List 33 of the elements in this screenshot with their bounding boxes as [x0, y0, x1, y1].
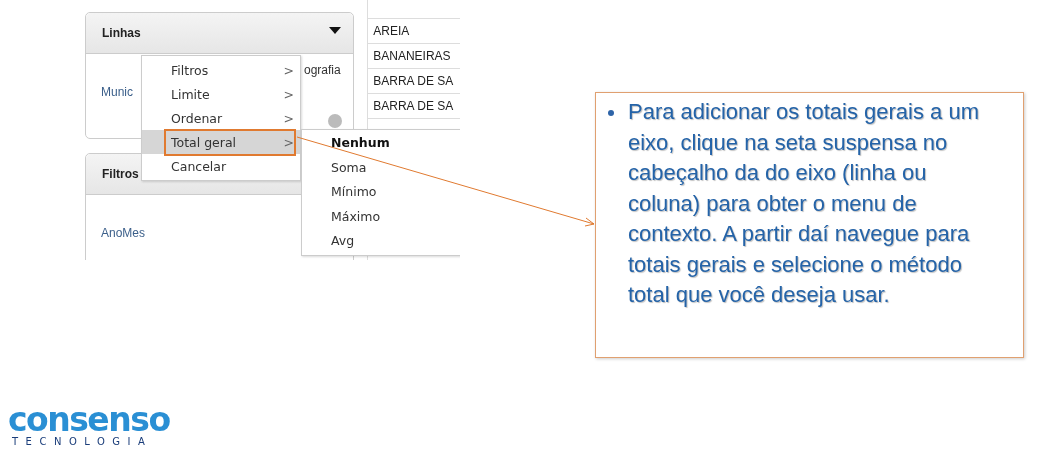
field-label: ografia	[304, 63, 341, 77]
dropdown-caret-icon[interactable]	[329, 26, 342, 34]
table-cell: AREIA	[368, 19, 460, 44]
panel-title: Linhas	[102, 26, 141, 40]
logo-wordmark: consenso	[8, 403, 170, 436]
menu-item-label: Ordenar	[171, 110, 223, 126]
menu-item[interactable]: Filtros >	[142, 58, 300, 82]
callout-text: Para adicionar os totais gerais a um eixo, clique na seta suspensa no cabeçalho da do eixo (linha ou coluna) para obter o menu de contexto. A partir daí navegue para totais gerais e selecione o método total que você deseja usar.	[628, 98, 980, 309]
menu-item[interactable]: Limite >	[142, 82, 300, 106]
menu-item-label: Limite	[171, 86, 210, 102]
table-cell: BARRA DE SA	[368, 69, 460, 94]
menu-item[interactable]: Cancelar	[142, 154, 300, 178]
menu-item-label: Total geral	[171, 134, 237, 150]
table-cell: BANANEIRAS	[368, 44, 460, 69]
menu-item[interactable]: Total geral >	[142, 130, 300, 154]
submenu-arrow: >	[283, 86, 294, 102]
submenu-arrow: >	[283, 62, 294, 78]
field-label[interactable]: AnoMes	[101, 226, 146, 240]
menu-item[interactable]: Soma	[302, 155, 460, 180]
menu-item[interactable]: Nenhum	[302, 131, 460, 156]
logo-tagline: TECNOLOGIA	[12, 436, 153, 447]
submenu-arrow: >	[283, 134, 294, 150]
menu-item-label: Cancelar	[171, 158, 227, 174]
panel-title: Filtros	[102, 167, 139, 181]
menu-item[interactable]: Avg	[302, 229, 460, 254]
field-label[interactable]: Munic	[101, 85, 133, 99]
submenu-arrow: >	[283, 110, 294, 126]
menu-item[interactable]: Mínimo	[302, 180, 460, 205]
bullet-icon	[608, 110, 614, 116]
menu-item[interactable]: Ordenar >	[142, 106, 300, 130]
table-cell: BARRA DE SA	[368, 94, 460, 119]
menu-item-label: Filtros	[171, 62, 209, 78]
menu-item[interactable]: Máximo	[302, 204, 460, 229]
